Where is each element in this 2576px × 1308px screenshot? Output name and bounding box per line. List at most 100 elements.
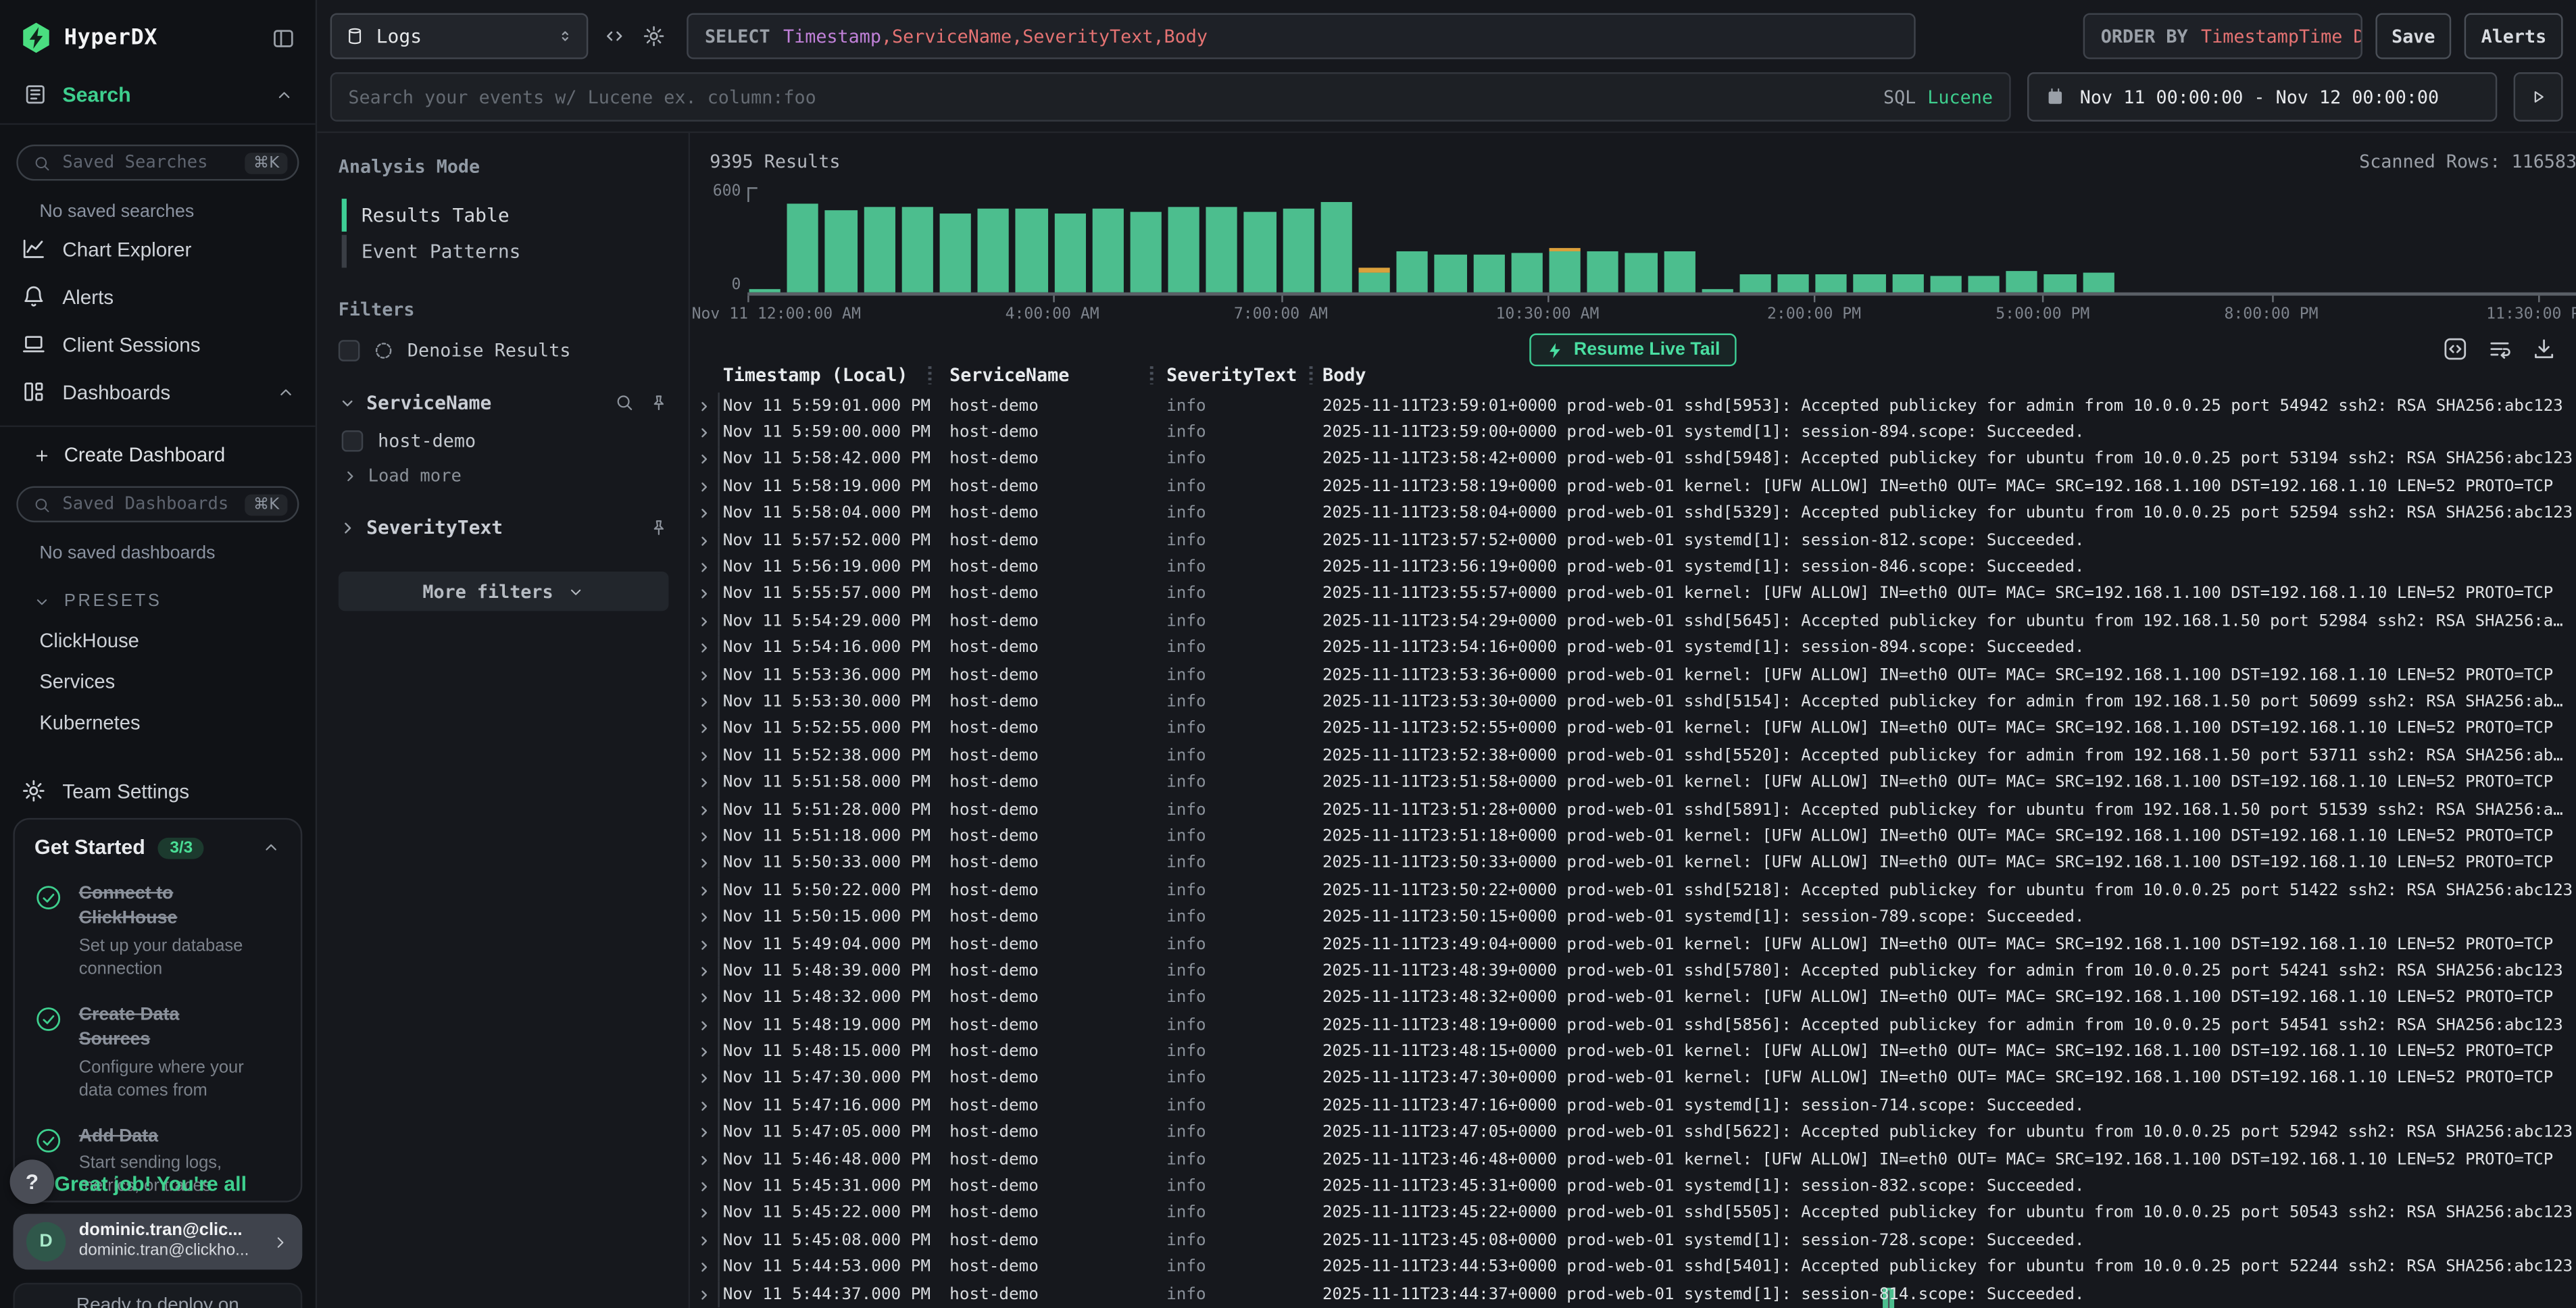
saved-searches-input[interactable]: Saved Searches ⌘K (16, 145, 299, 180)
denoise-checkbox[interactable] (339, 340, 360, 361)
log-row[interactable]: Nov 11 5:47:05.000 PMhost-demoinfo2025-1… (690, 1120, 2576, 1147)
select-clause-input[interactable]: SELECT Timestamp,ServiceName,SeverityTex… (687, 13, 1915, 59)
event-search-input[interactable]: Search your events w/ Lucene ex. column:… (330, 72, 2011, 122)
histogram-bar[interactable] (2083, 273, 2114, 293)
histogram-bar[interactable] (1130, 211, 1162, 293)
sidebar-item-search[interactable]: Search (0, 69, 316, 125)
histogram-bar[interactable] (1854, 275, 1885, 293)
log-row[interactable]: Nov 11 5:44:53.000 PMhost-demoinfo2025-1… (690, 1254, 2576, 1281)
log-row[interactable]: Nov 11 5:51:28.000 PMhost-demoinfo2025-1… (690, 797, 2576, 824)
wrap-text-icon[interactable] (2487, 336, 2512, 361)
expand-row-icon[interactable] (690, 985, 723, 1012)
histogram-bar[interactable] (939, 213, 971, 293)
run-query-button[interactable] (2514, 72, 2563, 122)
log-row[interactable]: Nov 11 5:54:29.000 PMhost-demoinfo2025-1… (690, 608, 2576, 635)
column-header-timestamp-local-[interactable]: Timestamp (Local) (723, 365, 949, 386)
histogram-bar[interactable] (1549, 251, 1581, 293)
log-row[interactable]: Nov 11 5:46:48.000 PMhost-demoinfo2025-1… (690, 1147, 2576, 1174)
expand-row-icon[interactable] (690, 527, 723, 554)
code-box-icon[interactable] (2443, 336, 2467, 361)
log-row[interactable]: Nov 11 5:55:57.000 PMhost-demoinfo2025-1… (690, 581, 2576, 608)
chevron-up-icon[interactable] (262, 838, 281, 857)
expand-row-icon[interactable] (690, 1147, 723, 1174)
expand-row-icon[interactable] (690, 581, 723, 608)
histogram-bar[interactable] (1283, 209, 1314, 293)
sidebar-item-dashboards[interactable]: Dashboards (0, 371, 316, 412)
resume-live-tail-button[interactable]: Resume Live Tail (1529, 334, 1736, 367)
log-row[interactable]: Nov 11 5:48:39.000 PMhost-demoinfo2025-1… (690, 958, 2576, 985)
histogram-bar[interactable] (1587, 251, 1619, 292)
preset-item-clickhouse[interactable]: ClickHouse (39, 629, 315, 652)
histogram-bar[interactable] (825, 209, 857, 293)
expand-row-icon[interactable] (690, 688, 723, 715)
order-by-input[interactable]: ORDER BY TimestampTime DESC (2083, 13, 2362, 59)
filter-value-host-demo[interactable]: host-demo (342, 430, 669, 452)
histogram-bar[interactable] (2044, 274, 2076, 293)
expand-row-icon[interactable] (690, 931, 723, 958)
expand-row-icon[interactable] (690, 824, 723, 851)
expand-row-icon[interactable] (690, 474, 723, 501)
denoise-results-option[interactable]: Denoise Results (339, 340, 669, 361)
histogram-bar[interactable] (1968, 276, 2000, 293)
log-row[interactable]: Nov 11 5:52:55.000 PMhost-demoinfo2025-1… (690, 715, 2576, 743)
save-button[interactable]: Save (2375, 13, 2452, 59)
log-row[interactable]: Nov 11 5:52:38.000 PMhost-demoinfo2025-1… (690, 743, 2576, 770)
column-header-servicename[interactable]: ServiceName (949, 365, 1166, 386)
column-resize-handle[interactable] (1150, 366, 1154, 384)
histogram-bar[interactable] (1511, 252, 1543, 292)
lang-toggle-sql[interactable]: SQL (1883, 86, 1916, 108)
sidebar-item-chart-explorer[interactable]: Chart Explorer (0, 228, 316, 270)
log-row[interactable]: Nov 11 5:50:15.000 PMhost-demoinfo2025-1… (690, 904, 2576, 931)
sidebar-item-team-settings[interactable]: Team Settings (0, 770, 316, 811)
histogram-bar[interactable] (864, 207, 895, 293)
expand-row-icon[interactable] (690, 1281, 723, 1308)
log-row[interactable]: Nov 11 5:45:31.000 PMhost-demoinfo2025-1… (690, 1174, 2576, 1201)
expand-row-icon[interactable] (690, 877, 723, 904)
expand-row-icon[interactable] (690, 393, 723, 420)
log-row[interactable]: Nov 11 5:47:16.000 PMhost-demoinfo2025-1… (690, 1092, 2576, 1120)
preset-item-kubernetes[interactable]: Kubernetes (39, 711, 315, 734)
sidebar-item-alerts[interactable]: Alerts (0, 276, 316, 317)
expand-row-icon[interactable] (690, 715, 723, 743)
help-button[interactable]: ? (10, 1159, 55, 1204)
load-more-button[interactable]: Load more (342, 466, 669, 486)
log-row[interactable]: Nov 11 5:58:04.000 PMhost-demoinfo2025-1… (690, 500, 2576, 527)
sidebar-item-client-sessions[interactable]: Client Sessions (0, 324, 316, 365)
column-header-severitytext[interactable]: SeverityText (1166, 365, 1322, 386)
log-row[interactable]: Nov 11 5:59:01.000 PMhost-demoinfo2025-1… (690, 393, 2576, 420)
log-row[interactable]: Nov 11 5:48:15.000 PMhost-demoinfo2025-1… (690, 1038, 2576, 1065)
histogram-bar[interactable] (1473, 255, 1505, 293)
histogram-bar[interactable] (1664, 252, 1695, 293)
expand-row-icon[interactable] (690, 850, 723, 877)
log-row[interactable]: Nov 11 5:56:19.000 PMhost-demoinfo2025-1… (690, 554, 2576, 581)
log-row[interactable]: Nov 11 5:51:18.000 PMhost-demoinfo2025-1… (690, 824, 2576, 851)
histogram-bar[interactable] (1816, 274, 1848, 293)
column-resize-handle[interactable] (1310, 366, 1313, 384)
filter-group-servicename[interactable]: ServiceName (339, 391, 669, 414)
presets-toggle[interactable]: PRESETS (33, 591, 316, 611)
log-row[interactable]: Nov 11 5:59:00.000 PMhost-demoinfo2025-1… (690, 420, 2576, 447)
histogram-bar[interactable] (1168, 207, 1200, 293)
download-icon[interactable] (2531, 336, 2556, 361)
log-row[interactable]: Nov 11 5:45:08.000 PMhost-demoinfo2025-1… (690, 1227, 2576, 1254)
expand-row-icon[interactable] (690, 500, 723, 527)
get-started-step[interactable]: Connect to ClickHouseSet up your databas… (34, 880, 281, 980)
expand-row-icon[interactable] (690, 554, 723, 581)
expand-row-icon[interactable] (690, 797, 723, 824)
expand-row-icon[interactable] (690, 662, 723, 689)
expand-row-icon[interactable] (690, 1012, 723, 1039)
expand-row-icon[interactable] (690, 1092, 723, 1120)
log-row[interactable]: Nov 11 5:50:33.000 PMhost-demoinfo2025-1… (690, 850, 2576, 877)
expand-row-icon[interactable] (690, 1174, 723, 1201)
filter-group-severitytext[interactable]: SeverityText (339, 515, 669, 538)
histogram-bar[interactable] (1435, 255, 1466, 293)
expand-row-icon[interactable] (690, 904, 723, 931)
events-histogram[interactable]: 6000Nov 11 12:00:00 AM4:00:00 AM7:00:00 … (690, 182, 2576, 327)
histogram-bar[interactable] (1320, 202, 1352, 293)
expand-row-icon[interactable] (690, 635, 723, 662)
histogram-bar[interactable] (1359, 272, 1391, 293)
log-row[interactable]: Nov 11 5:48:19.000 PMhost-demoinfo2025-1… (690, 1012, 2576, 1039)
log-row[interactable]: Nov 11 5:48:32.000 PMhost-demoinfo2025-1… (690, 985, 2576, 1012)
column-header-body[interactable]: Body (1322, 365, 2576, 386)
expand-row-icon[interactable] (690, 1200, 723, 1227)
